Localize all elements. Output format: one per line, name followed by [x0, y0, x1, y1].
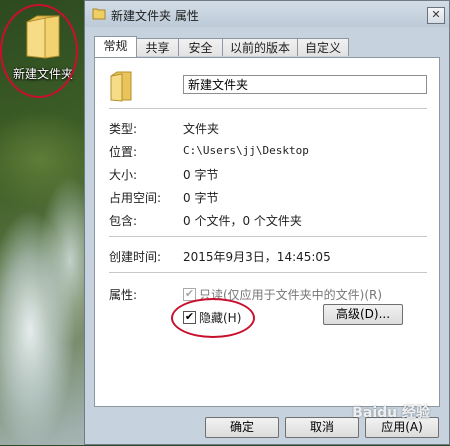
advanced-button[interactable]: 高级(D)... [323, 304, 403, 325]
contains-value: 0 个文件，0 个文件夹 [183, 214, 302, 228]
separator [109, 236, 427, 237]
tab-security[interactable]: 安全 [178, 38, 223, 56]
type-value: 文件夹 [183, 122, 220, 136]
location-value: C:\Users\jj\Desktop [183, 144, 309, 157]
title-bar[interactable]: 新建文件夹 属性 ✕ [85, 1, 449, 27]
location-label: 位置: [109, 145, 138, 159]
tab-sharing[interactable]: 共享 [136, 38, 179, 56]
contains-label: 包含: [109, 214, 138, 228]
size-on-disk-value: 0 字节 [183, 191, 219, 205]
folder-icon [110, 71, 132, 102]
annotation-circle-desktop [0, 4, 78, 98]
separator [109, 272, 427, 273]
tab-customize[interactable]: 自定义 [297, 38, 349, 56]
folder-icon [92, 8, 106, 20]
cancel-button[interactable]: 取消 [285, 417, 359, 438]
baidu-watermark: Baidu 经验 [352, 405, 430, 421]
ok-button[interactable]: 确定 [205, 417, 279, 438]
close-button[interactable]: ✕ [427, 7, 445, 24]
general-tab-panel: 类型: 文件夹 位置: C:\Users\jj\Desktop 大小: 0 字节… [94, 57, 440, 407]
tab-previous-versions[interactable]: 以前的版本 [222, 38, 298, 56]
folder-name-field[interactable] [183, 75, 427, 94]
created-value: 2015年9月3日，14:45:05 [183, 250, 331, 264]
separator [109, 108, 427, 109]
annotation-circle-hidden [171, 298, 255, 338]
tab-general[interactable]: 常规 [94, 36, 137, 57]
size-label: 大小: [109, 168, 138, 182]
size-value: 0 字节 [183, 168, 219, 182]
properties-dialog: 新建文件夹 属性 ✕ 常规 共享 安全 以前的版本 自定义 类型: 文件夹 位置… [84, 0, 450, 445]
type-label: 类型: [109, 122, 138, 136]
attributes-label: 属性: [109, 288, 138, 302]
dialog-title: 新建文件夹 属性 [111, 9, 199, 23]
created-label: 创建时间: [109, 250, 162, 264]
size-on-disk-label: 占用空间: [109, 191, 162, 205]
